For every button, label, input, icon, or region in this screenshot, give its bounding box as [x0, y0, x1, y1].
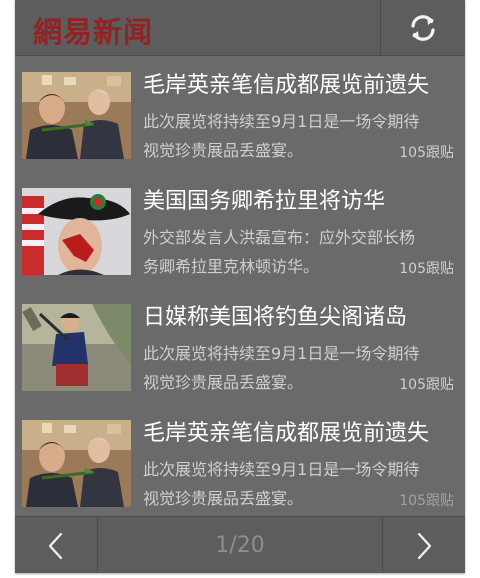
chevron-right-icon [417, 532, 432, 559]
app-logo: 網易新闻 [33, 15, 154, 49]
reply-count: 105跟贴 [399, 261, 454, 277]
news-item[interactable]: 毛岸英亲笔信成都展览前遗失 此次展览将持续至9月1日是一场令期待 视觉珍贵展品丢… [15, 404, 465, 514]
news-title: 美国国务卿希拉里将访华 [143, 189, 386, 214]
refresh-button[interactable] [380, 0, 465, 55]
news-title: 毛岸英亲笔信成都展览前遗失 [143, 73, 430, 98]
news-title: 毛岸英亲笔信成都展览前遗失 [143, 421, 430, 446]
top-bar: 網易新闻 [15, 0, 465, 56]
news-thumbnail [22, 72, 131, 159]
next-page-button[interactable] [382, 517, 465, 573]
news-item[interactable]: 美国国务卿希拉里将访华 外交部发言人洪磊宣布：应外交部长杨 务卿希拉里克林顿访华… [15, 172, 465, 282]
refresh-icon [411, 14, 435, 41]
news-summary-line: 外交部发言人洪磊宣布：应外交部长杨 [143, 228, 416, 247]
chevron-left-icon [48, 532, 63, 559]
news-list: 毛岸英亲笔信成都展览前遗失 此次展览将持续至9月1日是一场令期待 视觉珍贵展品丢… [15, 56, 465, 516]
phone-screen: 網易新闻 毛岸英亲笔信成都展览前遗失 此次展览将持续至9月1日是一场令期待 视觉… [15, 0, 465, 573]
pagination-bar: 1/20 [15, 516, 465, 573]
news-summary-line: 此次展览将持续至9月1日是一场令期待 [143, 460, 420, 479]
reply-count: 105跟贴 [399, 493, 454, 509]
news-summary-line: 此次展览将持续至9月1日是一场令期待 [143, 112, 420, 131]
news-title: 日媒称美国将钓鱼尖阁诸岛 [143, 305, 408, 330]
news-thumbnail [22, 304, 131, 391]
news-item[interactable]: 毛岸英亲笔信成都展览前遗失 此次展览将持续至9月1日是一场令期待 视觉珍贵展品丢… [15, 56, 465, 166]
news-thumbnail [22, 420, 131, 507]
previous-page-button[interactable] [15, 517, 98, 573]
news-thumbnail [22, 188, 131, 275]
reply-count: 105跟贴 [399, 377, 454, 393]
reply-count: 105跟贴 [399, 145, 454, 161]
news-summary-line: 此次展览将持续至9月1日是一场令期待 [143, 344, 420, 363]
page-indicator: 1/20 [215, 533, 265, 558]
news-item[interactable]: 日媒称美国将钓鱼尖阁诸岛 此次展览将持续至9月1日是一场令期待 视觉珍贵展品丢盛… [15, 288, 465, 398]
